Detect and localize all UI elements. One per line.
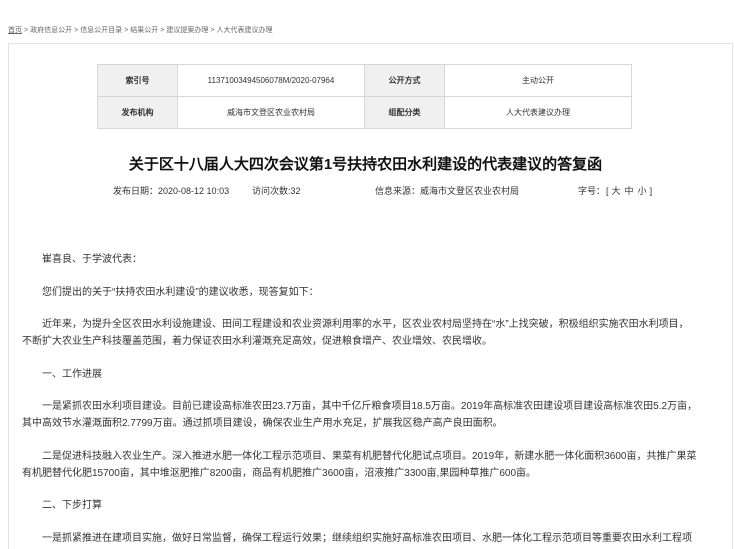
- publish-date-label: 发布日期：: [113, 186, 159, 196]
- article-meta: 发布日期：2020-08-12 10:03 访问次数:32 信息来源：威海市文登…: [9, 185, 732, 197]
- article-body: 崔喜良、于学波代表： 您们提出的关于“扶持农田水利建设”的建议收悉，现答复如下：…: [22, 251, 727, 549]
- category-label: 组配分类: [365, 97, 445, 129]
- paragraph-line: 其中高效节水灌溉面积2.7799万亩。通过抓项目建设，确保农业生产用水充足，扩展…: [22, 418, 503, 429]
- publisher-label: 发布机构: [98, 97, 178, 129]
- info-source: 信息来源：威海市文登区农业农村局: [375, 185, 519, 197]
- article-title: 关于区十八届人大四次会议第1号扶持农田水利建设的代表建议的答复函: [128, 156, 603, 174]
- paragraph-line: 二、下步打算: [42, 500, 102, 511]
- breadcrumb-home-link[interactable]: 首页: [8, 27, 22, 34]
- article-panel: 索引号 11371003494506078M/2020-07964 公开方式 主…: [8, 43, 733, 549]
- paragraph-line: 崔喜良、于学波代表：: [42, 254, 142, 265]
- breadcrumb-info-catalog-link[interactable]: 信息公开目录: [80, 27, 122, 34]
- breadcrumb-separator: >: [124, 27, 129, 34]
- paragraph-line: 不断扩大农业生产科技覆盖范围，着力保证农田水利灌溉充足高效，促进粮食增产、农业增…: [22, 336, 492, 347]
- document-info-table: 索引号 11371003494506078M/2020-07964 公开方式 主…: [97, 64, 632, 129]
- paragraph-line: 近年来，为提升全区农田水利设施建设、田间工程建设和农业资源利用率的水平，区农业农…: [42, 319, 689, 330]
- breadcrumb-gov-info-link[interactable]: 政府信息公开: [30, 27, 72, 34]
- font-size-large-link[interactable]: 大: [612, 186, 621, 196]
- view-count: 访问次数:32: [252, 185, 301, 197]
- body-paragraph: 一是紧抓农田水利项目建设。目前已建设高标准农田23.7万亩，其中千亿斤粮食项目1…: [22, 398, 727, 432]
- paragraph-line: 一是抓紧推进在建项目实施，做好日常监督，确保工程运行效果；继续组织实施好高标准农…: [42, 532, 692, 544]
- publish-date: 发布日期：2020-08-12 10:03: [113, 185, 229, 197]
- disclosure-method-value: 主动公开: [445, 65, 632, 97]
- breadcrumb: 首页 > 政府信息公开 > 信息公开目录 > 结果公开 > 建议提案办理 > 人大代表建议办理: [8, 25, 272, 36]
- salutation: 崔喜良、于学波代表：: [22, 251, 727, 268]
- font-size-bracket-close: ]: [649, 186, 653, 196]
- section-heading-next-steps: 二、下步打算: [22, 497, 727, 514]
- breadcrumb-separator: >: [210, 27, 215, 34]
- info-source-value: 威海市文登区农业农村局: [420, 186, 520, 196]
- intro-paragraph: 您们提出的关于“扶持农田水利建设”的建议收悉，现答复如下：: [22, 284, 727, 301]
- section-heading-progress: 一、工作进展: [22, 366, 727, 383]
- index-no-label: 索引号: [98, 65, 178, 97]
- disclosure-method-label: 公开方式: [365, 65, 445, 97]
- paragraph-line: 一、工作进展: [42, 368, 102, 380]
- breadcrumb-separator: >: [160, 27, 165, 34]
- category-value: 人大代表建议办理: [445, 97, 632, 129]
- index-no-value: 11371003494506078M/2020-07964: [178, 65, 365, 97]
- body-paragraph: 近年来，为提升全区农田水利设施建设、田间工程建设和农业资源利用率的水平，区农业农…: [22, 316, 727, 350]
- breadcrumb-separator: >: [24, 27, 29, 34]
- paragraph-line: 二是促进科技融入农业生产。深入推进水肥一体化工程示范项目、果菜有机肥替代化肥试点…: [42, 450, 697, 462]
- body-paragraph: 一是抓紧推进在建项目实施，做好日常监督，确保工程运行效果；继续组织实施好高标准农…: [22, 530, 727, 547]
- paragraph-line: 一是紧抓农田水利项目建设。目前已建设高标准农田23.7万亩，其中千亿斤粮食项目1…: [42, 401, 698, 412]
- paragraph-line: 有机肥替代化肥15700亩，其中堆沤肥推广8200亩，商品有机肥推广3600亩，…: [22, 467, 537, 479]
- info-source-label: 信息来源：: [375, 186, 421, 196]
- breadcrumb-npc-suggestions-link[interactable]: 人大代表建议办理: [216, 27, 272, 34]
- breadcrumb-separator: >: [74, 27, 79, 34]
- font-size-bracket-open: [: [606, 186, 609, 196]
- publish-date-value: 2020-08-12 10:03: [158, 186, 230, 196]
- font-size-medium-link[interactable]: 中: [625, 186, 634, 196]
- view-count-label: 访问次数:: [252, 186, 291, 196]
- view-count-value: 32: [290, 186, 301, 196]
- font-size-small-link[interactable]: 小: [638, 186, 647, 196]
- font-size-label: 字号：: [578, 186, 606, 196]
- paragraph-line: 您们提出的关于“扶持农田水利建设”的建议收悉，现答复如下：: [42, 286, 319, 298]
- breadcrumb-proposals-link[interactable]: 建议提案办理: [166, 27, 208, 34]
- font-size-switcher: 字号：[大中小]: [578, 185, 653, 197]
- body-paragraph: 二是促进科技融入农业生产。深入推进水肥一体化工程示范项目、果菜有机肥替代化肥试点…: [22, 448, 727, 482]
- breadcrumb-results-link[interactable]: 结果公开: [130, 27, 158, 34]
- publisher-value: 威海市文登区农业农村局: [178, 97, 365, 129]
